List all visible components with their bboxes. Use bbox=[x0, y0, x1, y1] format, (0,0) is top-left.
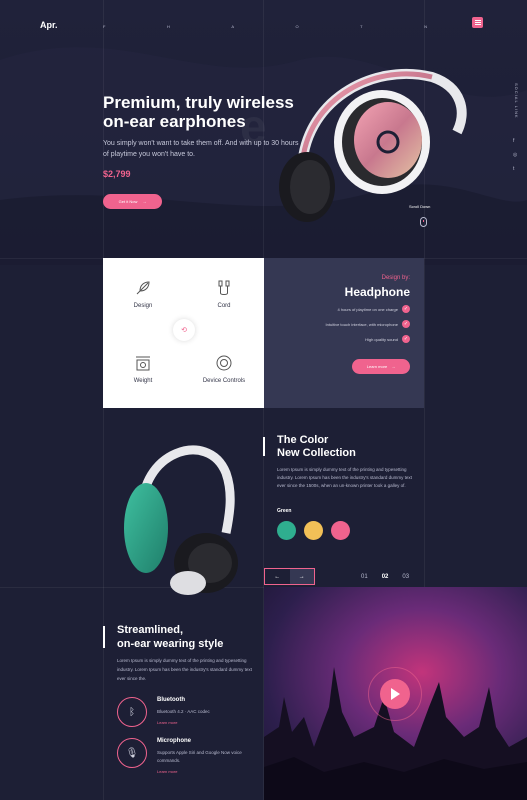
learn-more-link[interactable]: Learn more bbox=[157, 720, 247, 725]
streamlined-title: Streamlined, on-ear wearing style bbox=[117, 623, 223, 651]
learn-more-button[interactable]: Learn more → bbox=[352, 359, 410, 374]
feather-icon bbox=[136, 281, 150, 295]
page-number-active[interactable]: 02 bbox=[382, 574, 389, 580]
page-number[interactable]: 03 bbox=[402, 574, 409, 580]
feature-label: Cord bbox=[217, 303, 231, 309]
prev-arrow-icon[interactable]: ← bbox=[265, 569, 290, 584]
arrow-right-icon: → bbox=[391, 364, 396, 369]
page-number[interactable]: 01 bbox=[361, 574, 368, 580]
feature-design: Design bbox=[108, 279, 178, 309]
collection-title-line: New Collection bbox=[277, 447, 356, 459]
spec-text: Bluetooth Bluetooth 4.2 · AAC codec Lear… bbox=[157, 697, 247, 727]
feature-list-text: Intuitive touch interface, with micropho… bbox=[325, 321, 398, 327]
learn-more-label: Learn more bbox=[366, 364, 388, 369]
nav-item[interactable]: H bbox=[167, 24, 171, 29]
collection-title-line: The Color bbox=[277, 434, 329, 446]
streamlined-title-line: Streamlined, bbox=[117, 624, 184, 636]
facebook-icon[interactable]: f bbox=[513, 138, 517, 144]
feature-weight: Weight bbox=[108, 354, 178, 384]
spec-title: Bluetooth bbox=[157, 697, 185, 703]
feature-label: Design bbox=[133, 303, 153, 309]
play-icon bbox=[380, 679, 410, 709]
bluetooth-icon: ᛒ bbox=[117, 697, 147, 727]
mouse-icon[interactable] bbox=[420, 217, 427, 227]
feature-label: Device Controls bbox=[202, 378, 246, 384]
streamlined-title-line: on-ear wearing style bbox=[117, 638, 224, 650]
microphone-icon: 🎙 bbox=[117, 738, 147, 768]
next-arrow-icon[interactable]: → bbox=[289, 569, 314, 584]
spec-description: Supports Apple Siri and Google Now voice… bbox=[157, 750, 242, 763]
instagram-icon[interactable]: ◎ bbox=[513, 152, 517, 158]
spec-title: Microphone bbox=[157, 738, 191, 744]
feature-device-controls: Device Controls bbox=[189, 354, 259, 384]
cta-label: Get it Now bbox=[118, 199, 138, 204]
feature-list-item: Intuitive touch interface, with micropho… bbox=[326, 320, 410, 328]
slider-arrows: ← → bbox=[264, 568, 315, 585]
feature-cord: Cord bbox=[189, 279, 259, 309]
green-headphone-image bbox=[124, 445, 238, 595]
section-accent-bar bbox=[263, 437, 265, 456]
menu-icon bbox=[474, 20, 481, 25]
page: Apr. F H A O T N e Premium, truly wirele… bbox=[0, 0, 527, 800]
design-title: Headphone bbox=[344, 285, 410, 299]
spec-microphone: 🎙 Microphone Supports Apple Siri and Goo… bbox=[117, 738, 247, 774]
arrow-right-icon: → bbox=[142, 199, 147, 204]
menu-button[interactable] bbox=[472, 17, 483, 28]
feature-list-item: High quality sound ✓ bbox=[365, 335, 410, 343]
color-label: Green bbox=[277, 508, 292, 514]
nav-item[interactable]: O bbox=[296, 24, 300, 29]
collection-title: The Color New Collection bbox=[277, 434, 356, 460]
streamlined-description: Lorem Ipsum is simply dummy text of the … bbox=[117, 658, 252, 681]
feature-list-text: 4 hours of playtime on one charge bbox=[337, 306, 398, 312]
collection-description: Lorem Ipsum is simply dummy text of the … bbox=[277, 467, 412, 488]
scale-icon bbox=[136, 356, 150, 371]
refresh-icon[interactable]: ⟲ bbox=[173, 319, 195, 341]
check-icon: ✓ bbox=[402, 335, 410, 343]
price: $2,799 bbox=[103, 169, 131, 179]
hero-headphone-image bbox=[279, 68, 467, 222]
check-icon: ✓ bbox=[402, 320, 410, 328]
nav-bar: F H A O T N bbox=[103, 24, 428, 29]
play-button[interactable] bbox=[368, 667, 422, 721]
swatch-yellow[interactable] bbox=[304, 521, 323, 540]
social-link-label: SOCIAL LINK bbox=[514, 83, 519, 119]
learn-more-link[interactable]: Learn more bbox=[157, 769, 247, 774]
social-icons: f ◎ t bbox=[513, 138, 517, 172]
nav-item[interactable]: A bbox=[231, 24, 235, 29]
check-icon: ✓ bbox=[402, 305, 410, 313]
nav-item[interactable]: N bbox=[424, 24, 428, 29]
feature-list-text: High quality sound bbox=[365, 336, 398, 342]
get-it-now-button[interactable]: Get it Now → bbox=[103, 194, 162, 209]
section-accent-bar bbox=[103, 626, 105, 648]
cable-icon bbox=[218, 280, 230, 295]
color-swatches bbox=[277, 521, 350, 540]
feature-label: Weight bbox=[133, 378, 153, 384]
spec-text: Microphone Supports Apple Siri and Googl… bbox=[157, 738, 247, 774]
swatch-pink[interactable] bbox=[331, 521, 350, 540]
feature-list: 4 hours of playtime on one charge ✓ Intu… bbox=[326, 305, 410, 343]
swatch-green[interactable] bbox=[277, 521, 296, 540]
logo[interactable]: Apr. bbox=[40, 20, 58, 30]
feature-list-item: 4 hours of playtime on one charge ✓ bbox=[338, 305, 410, 313]
pagination: 01 02 03 bbox=[361, 574, 409, 580]
spec-bluetooth: ᛒ Bluetooth Bluetooth 4.2 · AAC codec Le… bbox=[117, 697, 247, 727]
controls-icon bbox=[216, 355, 232, 371]
twitter-icon[interactable]: t bbox=[513, 166, 517, 172]
nav-item[interactable]: T bbox=[360, 24, 363, 29]
headphone-design-panel: Design by: Headphone 4 hours of playtime… bbox=[264, 258, 424, 408]
spec-description: Bluetooth 4.2 · AAC codec bbox=[157, 709, 210, 714]
nav-item[interactable]: F bbox=[103, 24, 106, 29]
scroll-down-label[interactable]: Scroll Down bbox=[409, 204, 430, 209]
design-by-label: Design by: bbox=[381, 275, 410, 281]
